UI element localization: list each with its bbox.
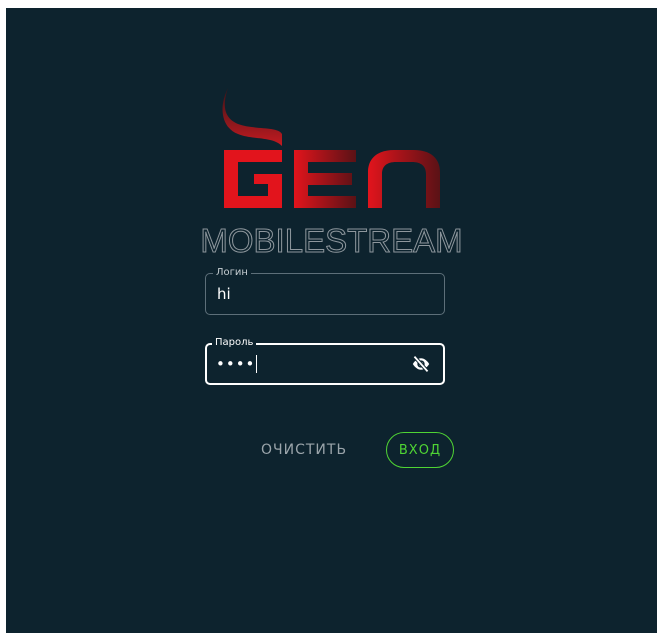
product-name: MOBILESTREAM xyxy=(200,222,463,260)
eye-off-icon[interactable] xyxy=(411,355,431,373)
gen-logo xyxy=(222,88,440,208)
password-input[interactable]: •••• xyxy=(216,355,396,373)
password-label: Пароль xyxy=(212,336,257,350)
password-field[interactable]: Пароль •••• xyxy=(205,336,445,385)
login-label: Логин xyxy=(213,266,251,280)
login-button[interactable]: ВХОД xyxy=(386,432,454,468)
clear-button[interactable]: ОЧИСТИТЬ xyxy=(261,439,361,461)
login-screen: MOBILESTREAM Логин hi Пароль •••• ОЧИСТИ… xyxy=(6,8,657,633)
password-masked-value: •••• xyxy=(216,355,256,373)
login-field[interactable]: Логин hi xyxy=(205,266,445,315)
login-input[interactable]: hi xyxy=(217,285,397,303)
text-caret xyxy=(256,355,258,373)
